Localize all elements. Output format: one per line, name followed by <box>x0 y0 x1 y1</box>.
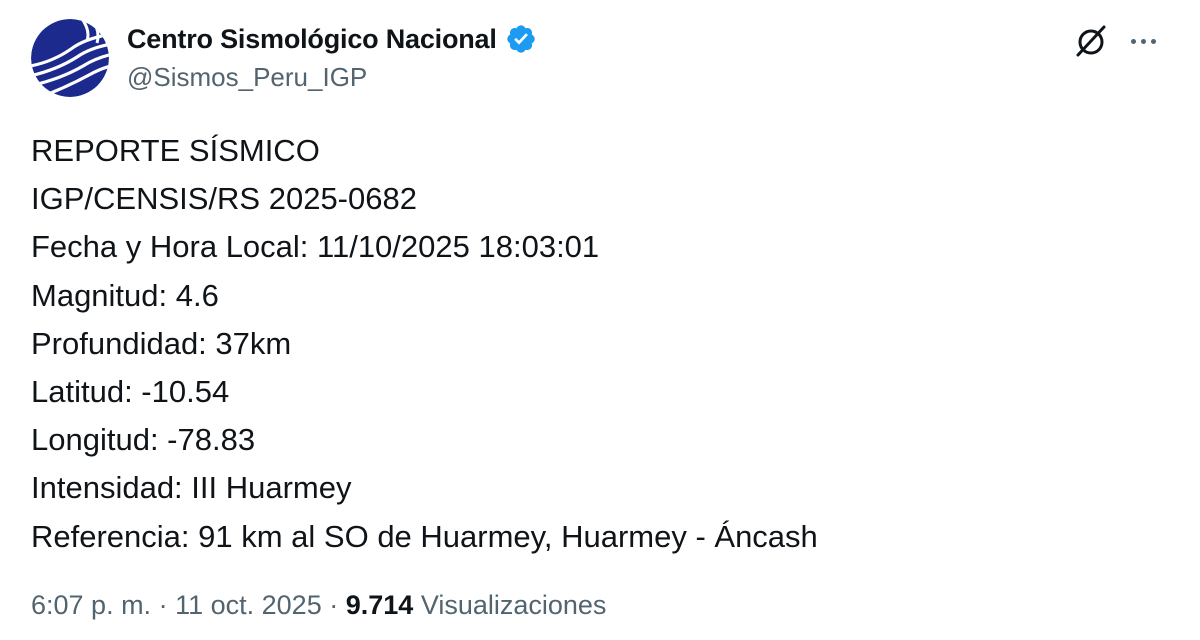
tweet-meta: 6:07 p. m. · 11 oct. 2025 · 9.714 Visual… <box>31 590 606 621</box>
post-time[interactable]: 6:07 p. m. <box>31 590 151 620</box>
grok-icon <box>1076 25 1106 57</box>
more-icon <box>1128 38 1158 44</box>
views-label[interactable]: Visualizaciones <box>421 590 607 620</box>
tweet-line-magnitude: Magnitud: 4.6 <box>31 277 219 313</box>
tweet-text: REPORTE SÍSMICO IGP/CENSIS/RS 2025-0682 … <box>31 127 1171 561</box>
more-button[interactable] <box>1123 22 1163 60</box>
tweet-line-intensity: Intensidad: III Huarmey <box>31 470 352 506</box>
post-date[interactable]: 11 oct. 2025 <box>175 590 322 620</box>
meta-separator: · <box>329 590 346 620</box>
verified-badge-icon[interactable] <box>505 23 537 55</box>
tweet-line-depth: Profundidad: 37km <box>31 325 292 361</box>
tweet-line-longitude: Longitud: -78.83 <box>31 422 256 458</box>
igp-logo-icon <box>31 19 109 97</box>
name-row: Centro Sismológico Nacional <box>127 20 537 58</box>
tweet-line-datetime: Fecha y Hora Local: 11/10/2025 18:03:01 <box>31 229 600 265</box>
tweet-line-reference: Referencia: 91 km al SO de Huarmey, Huar… <box>31 518 818 554</box>
grok-button[interactable] <box>1072 22 1110 60</box>
tweet-line-title: REPORTE SÍSMICO <box>31 133 320 168</box>
avatar[interactable] <box>31 19 109 97</box>
tweet-card: Centro Sismológico Nacional @Sismos_Peru… <box>0 0 1200 640</box>
meta-separator: · <box>158 590 176 620</box>
tweet-line-latitude: Latitud: -10.54 <box>31 374 230 410</box>
user-handle[interactable]: @Sismos_Peru_IGP <box>127 62 367 93</box>
views-count[interactable]: 9.714 <box>346 590 421 620</box>
tweet-line-report-id: IGP/CENSIS/RS 2025-0682 <box>31 181 417 217</box>
display-name[interactable]: Centro Sismológico Nacional <box>127 24 497 55</box>
